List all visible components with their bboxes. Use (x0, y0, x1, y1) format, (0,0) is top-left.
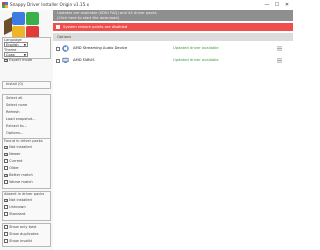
update-message: Updates are available (SDIO FAQ) and 44 … (57, 11, 157, 15)
filter-current-checkbox[interactable]: Current (4, 159, 50, 164)
minimize-button[interactable]: — (263, 1, 271, 9)
expert-mode-checkbox[interactable]: ✓Expert mode (4, 58, 50, 63)
absent-unknown-checkbox[interactable]: Unknown (4, 205, 50, 210)
filter-label: Standard (9, 212, 26, 216)
options-bar[interactable]: Options (53, 33, 293, 41)
options-label: Options (57, 34, 72, 39)
device-status: Updated driver available (173, 58, 219, 62)
checkbox-checked-icon: ✓ (4, 58, 8, 63)
filter-label: Newer (9, 152, 21, 156)
filter-label: Better match (9, 173, 33, 177)
select-none-button[interactable]: Select none (6, 103, 27, 107)
device-name: AMD FABUS (73, 58, 95, 62)
theme-value: Coax (6, 53, 15, 57)
filter-label: Not installed (9, 145, 32, 149)
checkbox-unchecked-icon (4, 166, 8, 170)
update-banner[interactable]: Updates are available (SDIO FAQ) and 44 … (53, 10, 293, 21)
filter-label: Current (9, 159, 23, 163)
select-all-button[interactable]: Select all (6, 96, 22, 100)
filter-label: Not installed (9, 198, 32, 202)
restore-point-checkbox[interactable] (56, 25, 60, 29)
checkbox-unchecked-icon (4, 225, 8, 229)
options-button[interactable]: Options... (6, 131, 23, 135)
filter-newer-checkbox[interactable]: ✓Newer (4, 152, 50, 157)
download-link[interactable]: (Click here to start the download) (57, 16, 119, 20)
device-checkbox[interactable] (56, 58, 60, 63)
main-panel: Updates are available (SDIO FAQ) and 44 … (53, 10, 293, 250)
window-title: Snappy Driver Installer Origin v1.15.x (10, 2, 90, 7)
checkbox-checked-icon: ✓ (4, 198, 8, 203)
error-text: System restore points are disabled (63, 24, 128, 29)
found-header: Found in driver packs (4, 139, 43, 143)
filter-better-match-checkbox[interactable]: ✓Better match (4, 173, 50, 178)
device-status: Updated driver available (173, 46, 219, 50)
restore-point-warning[interactable]: System restore points are disabled (53, 23, 293, 31)
theme-select[interactable]: Coax ▼ (4, 52, 28, 57)
chevron-down-icon: ▼ (23, 43, 26, 47)
title-bar: Snappy Driver Installer Origin v1.15.x —… (0, 0, 293, 10)
app-icon (2, 2, 8, 8)
absent-standard-checkbox[interactable]: Standard (4, 212, 50, 217)
checkbox-unchecked-icon (4, 205, 8, 209)
checkbox-unchecked-icon (4, 159, 8, 163)
filter-label: Show invalid (9, 239, 32, 243)
device-checkbox[interactable] (56, 46, 60, 51)
close-button[interactable]: ✕ (283, 1, 291, 9)
show-invalid-checkbox[interactable]: Show invalid (4, 239, 50, 244)
filter-label: Worse match (9, 180, 33, 184)
load-snapshot-button[interactable]: Load snapshot... (6, 117, 36, 121)
filter-worse-match-checkbox[interactable]: Worse match (4, 180, 50, 185)
install-button[interactable]: Install (0) (6, 82, 23, 86)
device-row[interactable]: AMD Streaming Audio Device Updated drive… (53, 43, 293, 54)
device-name: AMD Streaming Audio Device (73, 46, 128, 50)
hamburger-menu-icon[interactable] (277, 46, 282, 51)
filter-label: Unknown (9, 205, 26, 209)
sidebar: Language English ▼ Theme Coax ▼ ✓Expert … (0, 10, 53, 250)
language-value: English (6, 43, 19, 47)
show-duplicates-checkbox[interactable]: Show duplicates (4, 232, 50, 237)
maximize-button[interactable]: ☐ (273, 1, 281, 9)
show-only-best-checkbox[interactable]: Show only best (4, 225, 50, 230)
checkbox-unchecked-icon (4, 212, 8, 216)
absent-header: Absent in driver packs (4, 192, 45, 196)
system-device-icon (62, 57, 69, 63)
extract-to-button[interactable]: Extract to... (6, 124, 27, 128)
checkbox-checked-icon: ✓ (4, 152, 8, 157)
checkbox-unchecked-icon (4, 239, 8, 243)
language-select[interactable]: English ▼ (4, 42, 28, 47)
device-row[interactable]: AMD FABUS Updated driver available (53, 55, 293, 66)
checkbox-unchecked-icon (4, 180, 8, 184)
filter-label: Older (9, 166, 19, 170)
filter-older-checkbox[interactable]: Older (4, 166, 50, 171)
checkbox-checked-icon: ✓ (4, 173, 8, 178)
chevron-down-icon: ▼ (23, 53, 26, 57)
filter-label: Show only best (9, 225, 37, 229)
filter-label: Show duplicates (9, 232, 39, 236)
hamburger-menu-icon[interactable] (277, 58, 282, 63)
checkbox-unchecked-icon (4, 232, 8, 236)
audio-device-icon (62, 44, 69, 52)
expert-mode-label: Expert mode (9, 58, 33, 62)
checkbox-checked-icon: ✓ (4, 145, 8, 150)
absent-not-installed-checkbox[interactable]: ✓Not installed (4, 198, 50, 203)
refresh-button[interactable]: Refresh (6, 110, 20, 114)
filter-not-installed-checkbox[interactable]: ✓Not installed (4, 145, 50, 150)
